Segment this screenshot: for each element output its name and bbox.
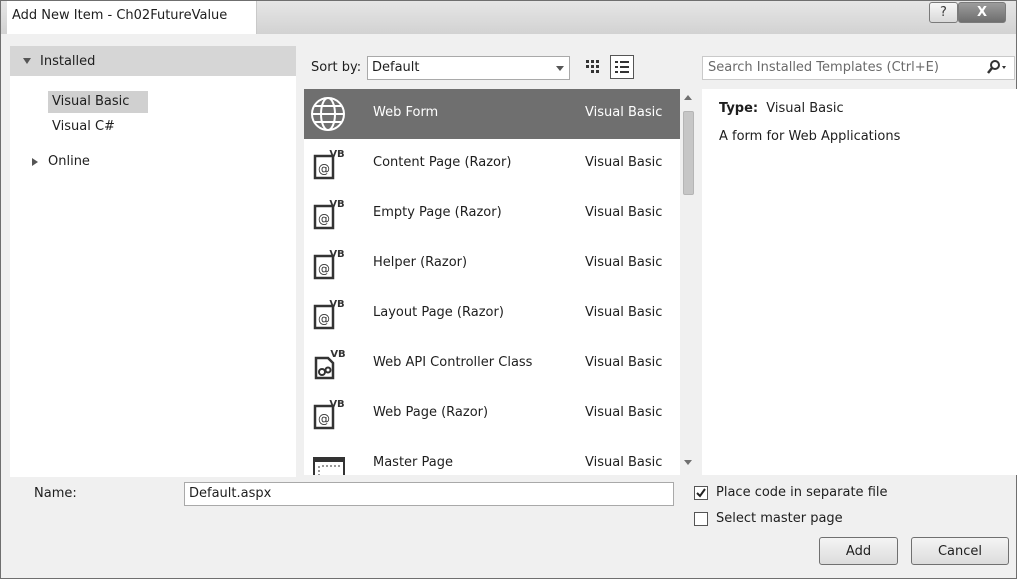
template-row-helper-razor[interactable]: @ VB Helper (Razor) Visual Basic [304, 239, 680, 289]
template-row-web-api-controller[interactable]: VB Web API Controller Class Visual Basic [304, 339, 680, 389]
scroll-thumb[interactable] [683, 111, 694, 195]
help-button[interactable]: ? [929, 2, 958, 23]
vb-razor-icon: @ VB [313, 299, 345, 330]
small-icons-icon [586, 60, 599, 73]
template-row-layout-page-razor[interactable]: @ VB Layout Page (Razor) Visual Basic [304, 289, 680, 339]
name-label: Name: [34, 486, 77, 501]
template-name: Layout Page (Razor) [373, 305, 504, 320]
scroll-down-arrow-icon[interactable] [684, 460, 692, 465]
template-language: Visual Basic [585, 405, 663, 420]
template-row-master-page[interactable]: Master Page Visual Basic [304, 439, 680, 475]
sort-by-label: Sort by: [311, 60, 362, 75]
list-view-icon [615, 61, 629, 73]
svg-text:VB: VB [329, 249, 344, 260]
template-description: A form for Web Applications [719, 129, 901, 144]
collapse-triangle-icon[interactable] [23, 58, 31, 64]
template-language: Visual Basic [585, 455, 663, 470]
template-name: Content Page (Razor) [373, 155, 512, 170]
search-input[interactable]: Search Installed Templates (Ctrl+E) [702, 56, 1015, 80]
template-list-scrollbar[interactable] [680, 89, 697, 475]
template-language: Visual Basic [585, 205, 663, 220]
small-icons-view-button[interactable] [581, 55, 605, 79]
template-language: Visual Basic [585, 355, 663, 370]
svg-text:VB: VB [330, 349, 345, 360]
template-row-web-page-razor[interactable]: @ VB Web Page (Razor) Visual Basic [304, 389, 680, 439]
type-label: Type: [719, 101, 759, 116]
template-name: Web Page (Razor) [373, 405, 489, 420]
search-placeholder: Search Installed Templates (Ctrl+E) [708, 60, 939, 75]
tree-item-visual-basic[interactable]: Visual Basic [48, 91, 148, 113]
tree-node-online[interactable]: Online [32, 151, 90, 173]
category-tree: Installed Visual Basic Visual C# Online [10, 46, 296, 477]
select-master-page-label[interactable]: Select master page [716, 511, 843, 526]
cancel-button[interactable]: Cancel [911, 537, 1009, 565]
svg-text:VB: VB [329, 199, 344, 210]
vb-razor-icon: @ VB [313, 199, 345, 230]
svg-text:@: @ [318, 212, 330, 226]
close-icon: X [976, 5, 988, 20]
checkmark-icon [696, 488, 706, 498]
place-code-checkbox[interactable] [694, 486, 708, 500]
svg-text:@: @ [318, 312, 330, 326]
sort-by-select[interactable]: Default [367, 56, 570, 80]
chevron-down-icon [556, 66, 564, 71]
search-icon[interactable] [986, 59, 1008, 77]
template-name: Helper (Razor) [373, 255, 468, 270]
vb-razor-icon: @ VB [313, 249, 345, 280]
expand-triangle-icon[interactable] [32, 158, 38, 166]
master-page-icon [313, 457, 345, 475]
close-button[interactable]: X [958, 2, 1006, 23]
template-name: Empty Page (Razor) [373, 205, 502, 220]
list-view-button[interactable] [610, 55, 634, 79]
template-language: Visual Basic [585, 255, 663, 270]
type-line: Type: Visual Basic [719, 101, 844, 116]
add-new-item-dialog: Add New Item - Ch02FutureValue ? X Insta… [0, 0, 1017, 579]
template-row-empty-page-razor[interactable]: @ VB Empty Page (Razor) Visual Basic [304, 189, 680, 239]
svg-text:@: @ [318, 262, 330, 276]
place-code-label[interactable]: Place code in separate file [716, 485, 888, 500]
type-value: Visual Basic [766, 101, 844, 116]
template-row-content-page-razor[interactable]: @ VB Content Page (Razor) Visual Basic [304, 139, 680, 189]
select-master-page-checkbox[interactable] [694, 512, 708, 526]
help-icon: ? [940, 5, 947, 20]
template-language: Visual Basic [585, 305, 663, 320]
vb-controller-icon: VB [314, 349, 346, 380]
template-name: Web API Controller Class [373, 355, 533, 370]
svg-text:@: @ [318, 162, 330, 176]
sort-by-value: Default [372, 60, 420, 75]
tree-node-installed[interactable]: Installed [10, 46, 296, 76]
globe-icon [311, 97, 345, 131]
svg-text:VB: VB [329, 399, 344, 410]
template-list: Web Form Visual Basic @ VB Content Page … [304, 89, 680, 475]
window-title: Add New Item - Ch02FutureValue [7, 1, 257, 34]
template-language: Visual Basic [585, 105, 663, 120]
online-label: Online [48, 154, 90, 169]
title-bar[interactable]: Add New Item - Ch02FutureValue ? X [1, 1, 1016, 34]
svg-text:@: @ [318, 412, 330, 426]
template-language: Visual Basic [585, 155, 663, 170]
svg-text:VB: VB [329, 149, 344, 160]
tree-item-visual-csharp[interactable]: Visual C# [52, 116, 115, 138]
installed-label: Installed [40, 53, 96, 69]
template-name: Web Form [373, 105, 439, 120]
svg-text:VB: VB [329, 299, 344, 310]
template-details: Type: Visual Basic A form for Web Applic… [702, 89, 1017, 475]
template-name: Master Page [373, 455, 453, 470]
add-button[interactable]: Add [819, 537, 898, 565]
scroll-up-arrow-icon[interactable] [684, 95, 692, 100]
vb-razor-icon: @ VB [313, 399, 345, 430]
name-input[interactable]: Default.aspx [184, 482, 674, 506]
template-row-web-form[interactable]: Web Form Visual Basic [304, 89, 680, 139]
vb-razor-icon: @ VB [313, 149, 345, 180]
